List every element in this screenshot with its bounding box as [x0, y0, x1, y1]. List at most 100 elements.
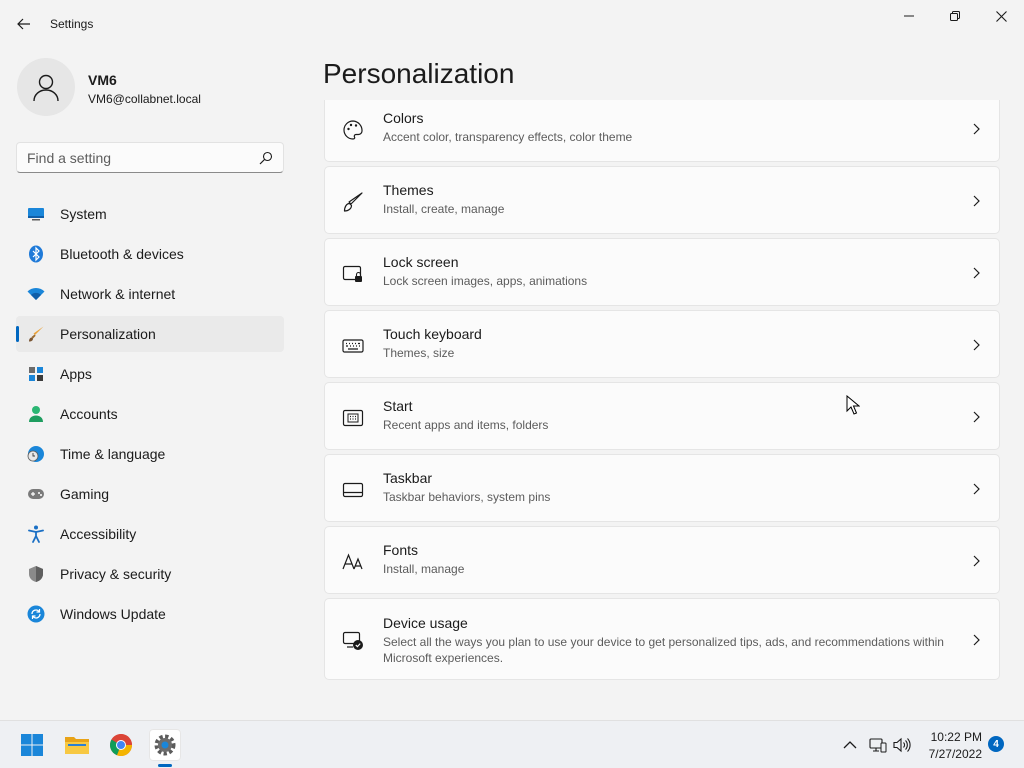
network-icon: [869, 738, 887, 753]
restore-button[interactable]: [932, 0, 978, 32]
sidebar-item-gaming[interactable]: Gaming: [16, 476, 284, 512]
notification-badge[interactable]: 4: [988, 736, 1004, 752]
chevron-up-icon: [843, 741, 857, 749]
mouse-cursor-icon: [846, 395, 860, 415]
clock-time[interactable]: 10:22 PM: [926, 730, 982, 744]
card-lock-screen[interactable]: Lock screen Lock screen images, apps, an…: [324, 238, 1000, 306]
sidebar-item-label: Time & language: [60, 446, 166, 462]
wifi-icon: [27, 285, 45, 303]
page-title: Personalization: [323, 58, 515, 89]
minimize-icon: [904, 15, 914, 17]
font-icon: [342, 551, 364, 573]
card-subtitle: Taskbar behaviors, system pins: [383, 490, 551, 504]
sidebar-item-label: Accessibility: [60, 526, 137, 542]
bluetooth-icon: [27, 245, 45, 263]
active-app-indicator: [158, 764, 172, 767]
sidebar-item-label: Apps: [60, 366, 92, 382]
chevron-right-icon: [973, 411, 980, 423]
card-subtitle: Install, create, manage: [383, 202, 505, 216]
sidebar-item-apps[interactable]: Apps: [16, 356, 284, 392]
card-subtitle: Lock screen images, apps, animations: [383, 274, 588, 288]
sidebar-item-bluetooth[interactable]: Bluetooth & devices: [16, 236, 284, 272]
sidebar-item-label: Personalization: [60, 326, 156, 342]
chevron-right-icon: [973, 339, 980, 351]
user-email: VM6@collabnet.local: [88, 92, 201, 106]
restore-icon: [950, 11, 960, 21]
shield-icon: [27, 565, 45, 583]
card-title: Device usage: [383, 615, 468, 631]
card-subtitle: Accent color, transparency effects, colo…: [383, 130, 633, 144]
paintbrush-icon: [27, 325, 45, 343]
taskbar-file-explorer[interactable]: [61, 729, 93, 761]
card-title: Taskbar: [383, 470, 433, 486]
keyboard-icon: [342, 335, 364, 357]
card-fonts[interactable]: Fonts Install, manage: [324, 526, 1000, 594]
sidebar-item-accounts[interactable]: Accounts: [16, 396, 284, 432]
file-explorer-icon: [65, 737, 89, 754]
card-start[interactable]: Start Recent apps and items, folders: [324, 382, 1000, 450]
app-title: Settings: [50, 17, 94, 31]
sidebar-item-label: Bluetooth & devices: [60, 246, 184, 262]
back-arrow-icon: [17, 18, 30, 30]
network-tray-button[interactable]: [868, 735, 888, 755]
sidebar-item-system[interactable]: System: [16, 196, 284, 232]
chevron-right-icon: [973, 123, 980, 135]
volume-icon: [893, 737, 911, 753]
sidebar-item-network[interactable]: Network & internet: [16, 276, 284, 312]
chevron-right-icon: [973, 267, 980, 279]
sidebar-item-label: Privacy & security: [60, 566, 172, 582]
start-button[interactable]: [16, 729, 48, 761]
card-taskbar[interactable]: Taskbar Taskbar behaviors, system pins: [324, 454, 1000, 522]
avatar[interactable]: [17, 58, 75, 116]
sidebar-item-accessibility[interactable]: Accessibility: [16, 516, 284, 552]
card-subtitle: Select all the ways you plan to use your…: [383, 635, 944, 665]
chevron-right-icon: [973, 555, 980, 567]
card-device-usage[interactable]: Device usage Select all the ways you pla…: [324, 598, 1000, 680]
palette-icon: [342, 119, 364, 141]
start-icon: [342, 407, 364, 429]
volume-tray-button[interactable]: [892, 735, 912, 755]
sidebar-item-label: Gaming: [60, 486, 110, 502]
sidebar-item-privacy-security[interactable]: Privacy & security: [16, 556, 284, 592]
monitor-icon: [27, 205, 45, 223]
back-button[interactable]: [10, 10, 38, 38]
brush-icon: [342, 191, 364, 213]
chevron-right-icon: [973, 195, 980, 207]
search-box[interactable]: [16, 142, 284, 173]
person-icon: [27, 405, 45, 423]
chevron-right-icon: [973, 634, 980, 646]
sidebar-nav: System Bluetooth & devices Network & int…: [16, 196, 284, 636]
sidebar-item-windows-update[interactable]: Windows Update: [16, 596, 284, 632]
sidebar-item-label: Network & internet: [60, 286, 176, 302]
update-icon: [27, 605, 45, 623]
card-themes[interactable]: Themes Install, create, manage: [324, 166, 1000, 234]
sidebar-item-time-language[interactable]: Time & language: [16, 436, 284, 472]
globe-clock-icon: [27, 445, 45, 463]
search-input[interactable]: [27, 149, 247, 167]
card-touch-keyboard[interactable]: Touch keyboard Themes, size: [324, 310, 1000, 378]
sidebar-item-label: Accounts: [60, 406, 118, 422]
taskbar-chrome[interactable]: [105, 729, 137, 761]
card-title: Fonts: [383, 542, 419, 558]
lock-screen-icon: [342, 263, 364, 285]
card-colors[interactable]: Colors Accent color, transparency effect…: [324, 100, 1000, 162]
minimize-button[interactable]: [886, 0, 932, 32]
user-name: VM6: [88, 72, 117, 88]
device-usage-icon: [342, 629, 364, 651]
sidebar-item-label: System: [60, 206, 107, 222]
chevron-right-icon: [973, 483, 980, 495]
clock-date[interactable]: 7/27/2022: [920, 747, 982, 761]
apps-icon: [27, 365, 45, 383]
taskbar-icon: [342, 479, 364, 501]
sidebar-item-label: Windows Update: [60, 606, 166, 622]
windows-start-icon: [21, 734, 43, 756]
search-icon[interactable]: [259, 151, 273, 165]
settings-icon: [154, 734, 176, 756]
card-title: Themes: [383, 182, 434, 198]
accessibility-icon: [27, 525, 45, 543]
taskbar-settings[interactable]: [149, 729, 181, 761]
close-button[interactable]: [978, 0, 1024, 32]
show-hidden-icons-button[interactable]: [840, 735, 860, 755]
close-icon: [995, 10, 1007, 22]
sidebar-item-personalization[interactable]: Personalization: [16, 316, 284, 352]
